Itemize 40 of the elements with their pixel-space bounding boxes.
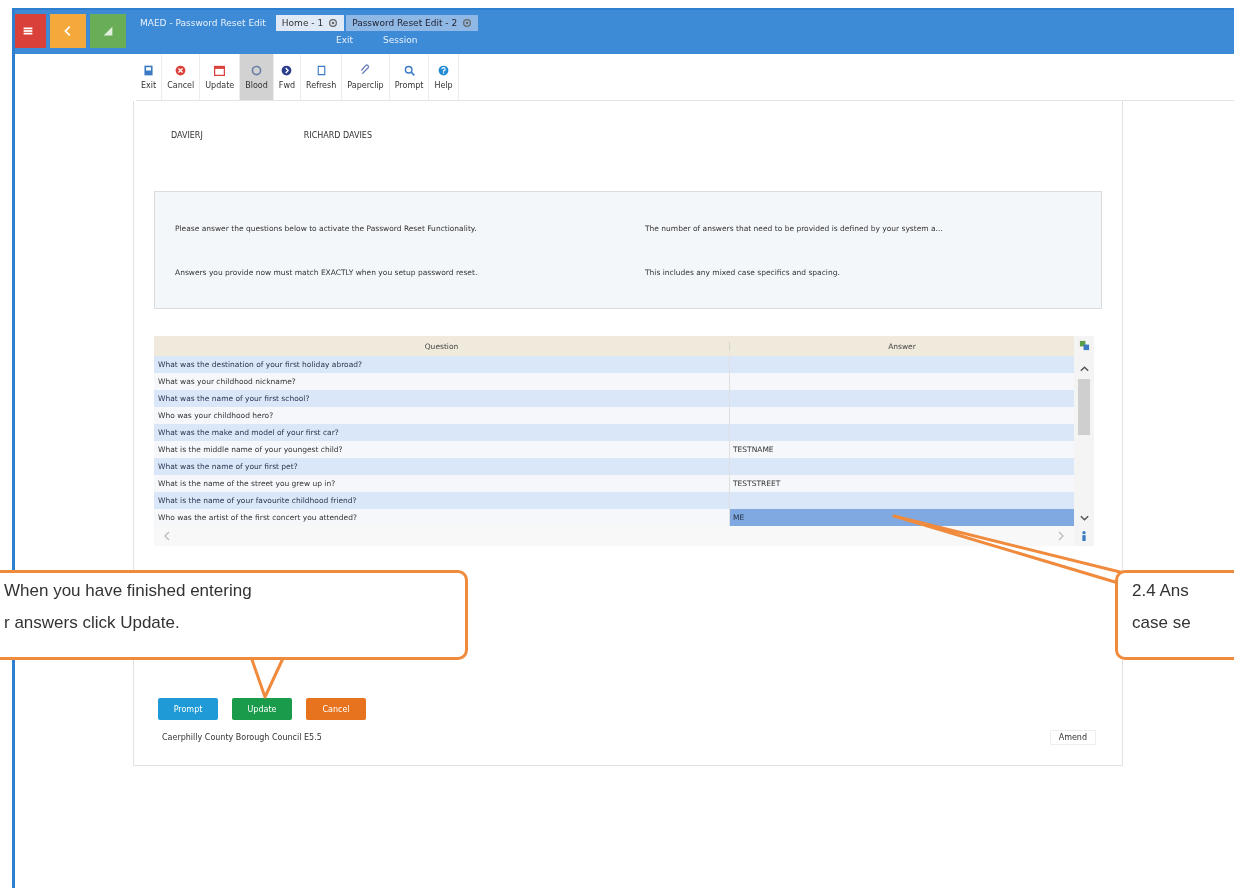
info-icon[interactable] (1079, 530, 1089, 542)
toolbar-button[interactable]: Help (429, 54, 459, 100)
search-icon (402, 64, 416, 77)
vertical-scrollbar[interactable] (1074, 336, 1094, 546)
tab[interactable]: Home - 1 (275, 15, 345, 31)
mode-label: Amend (1049, 730, 1096, 745)
help-icon (437, 64, 450, 77)
forward-icon (280, 64, 294, 77)
calendar-icon (213, 64, 227, 77)
gear-icon[interactable] (462, 18, 473, 28)
gear-icon[interactable] (328, 18, 339, 28)
callout-text: case se (1132, 613, 1192, 633)
app-button[interactable] (15, 14, 46, 48)
scroll-up-icon[interactable] (1078, 365, 1090, 373)
save-icon (142, 64, 156, 77)
tab[interactable]: Password Reset Edit - 2 (346, 15, 479, 31)
toolbar-button[interactable]: Exit (136, 54, 163, 100)
toolbar-button[interactable]: Paperclip (342, 54, 390, 100)
toolbar-button[interactable]: Cancel (162, 54, 201, 100)
toolbar-button[interactable]: Blood (240, 54, 274, 100)
app-button[interactable] (90, 14, 126, 48)
user-name: RICHARD DAVIES (303, 131, 372, 140)
callout-text: r answers click Update. (4, 613, 181, 633)
callout-text: 2.4 Ans (1132, 581, 1190, 601)
action-button[interactable]: Update (232, 698, 292, 720)
scroll-right-icon[interactable] (1058, 531, 1064, 541)
toolbar-button[interactable]: Refresh (301, 54, 343, 100)
user-code: DAVIERJ (171, 131, 203, 140)
window-title: MAED - Password Reset Edit (140, 18, 266, 28)
toolbar-button[interactable]: Prompt (389, 54, 430, 100)
footer-text: Caerphilly County Borough Council E5.5 (162, 733, 322, 742)
toolbar-button[interactable]: Fwd (273, 54, 302, 100)
paperclip-icon (359, 64, 372, 77)
scroll-left-icon[interactable] (164, 531, 170, 541)
callout-text: When you have finished entering (4, 581, 253, 601)
cancel-icon (174, 64, 188, 77)
ring-icon (250, 64, 264, 77)
scroll-down-icon[interactable] (1078, 514, 1090, 522)
grid-settings-icon[interactable] (1078, 340, 1090, 351)
scrollbar-thumb[interactable] (1078, 379, 1090, 435)
